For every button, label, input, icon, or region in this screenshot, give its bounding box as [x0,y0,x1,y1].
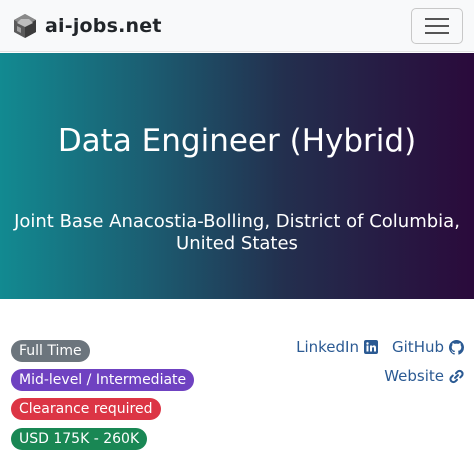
linkedin-label: LinkedIn [296,338,359,356]
navbar: ai-jobs.net [0,0,474,52]
linkedin-link[interactable]: LinkedIn [296,337,378,357]
job-title: Data Engineer (Hybrid) [57,123,417,159]
job-location: Joint Base Anacostia-Bolling, District o… [14,211,460,254]
github-link[interactable]: GitHub [392,337,464,357]
linkedin-icon [364,340,378,354]
company-links: LinkedIn GitHub Website [204,337,464,397]
hamburger-menu-icon [425,18,449,34]
brand-link[interactable]: ai-jobs.net [12,12,162,40]
badge-salary[interactable]: USD 175K - 260K [11,428,148,450]
cube-logo-icon [14,14,36,38]
badge-employment-type[interactable]: Full Time [11,340,90,362]
link-icon [449,369,464,383]
brand-name: ai-jobs.net [45,15,162,37]
github-icon [449,339,464,355]
badge-clearance[interactable]: Clearance required [11,398,161,420]
website-link[interactable]: Website [384,366,464,386]
website-label: Website [384,367,444,385]
job-hero-banner: Data Engineer (Hybrid) Joint Base Anacos… [0,53,474,299]
menu-toggle-button[interactable] [411,8,463,44]
badge-experience-level[interactable]: Mid-level / Intermediate [11,369,195,391]
github-label: GitHub [392,338,444,356]
